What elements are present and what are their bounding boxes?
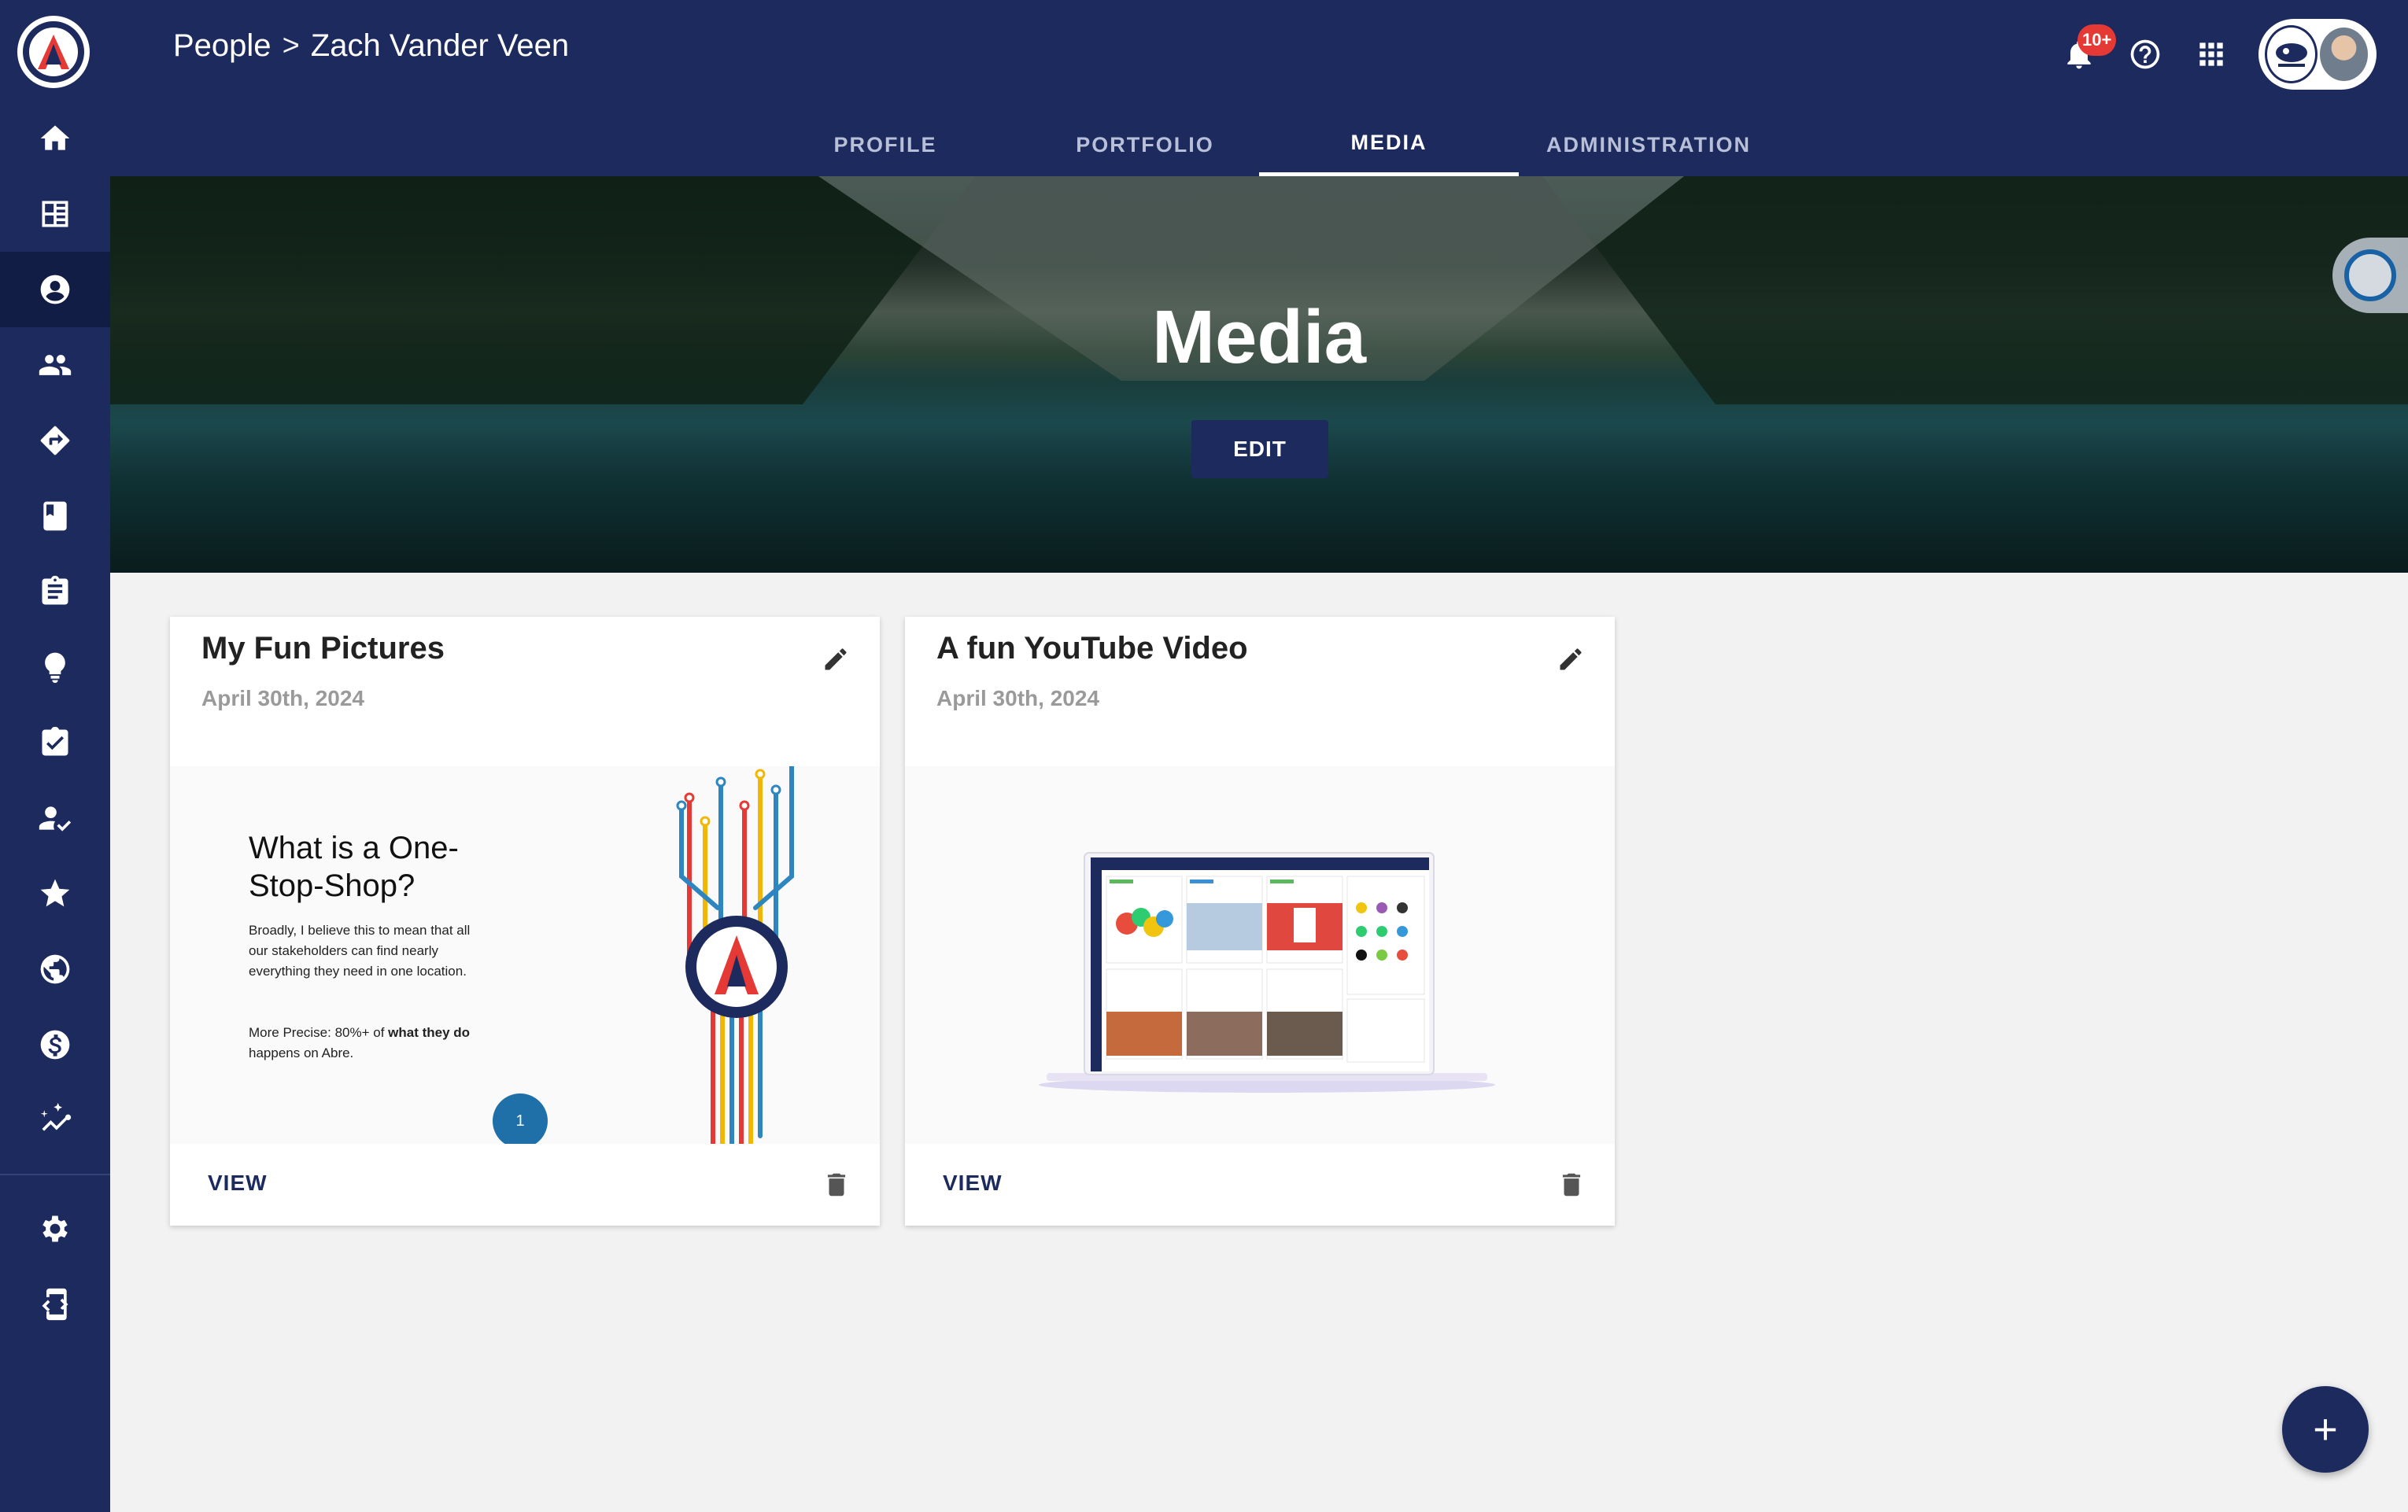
slide-body-prefix: More Precise: 80%+ of [249,1025,389,1040]
pencil-icon [825,648,847,670]
edit-banner-button[interactable]: EDIT [1191,420,1328,478]
tab-media[interactable]: MEDIA [1259,113,1519,176]
account-menu-button[interactable] [2258,19,2377,90]
organization-mascot-icon [2275,43,2307,67]
slide-body-bold: what they do [388,1025,471,1040]
abre-circuit-graphic [676,766,794,1144]
sidebar-item-home[interactable] [0,101,110,176]
sidebar [0,0,110,1512]
media-card: My Fun Pictures April 30th, 2024 What is… [170,617,880,1226]
media-hero-banner: Media EDIT [110,176,2408,573]
breadcrumb: People > Zach Vander Veen [173,28,569,64]
sidebar-item-books[interactable] [0,478,110,554]
tab-administration[interactable]: ADMINISTRATION [1519,113,1778,176]
trash-icon [1562,1173,1581,1197]
star-icon [40,879,70,907]
checklist-icon [42,726,68,756]
sidebar-item-assignments[interactable] [0,554,110,629]
add-media-button[interactable]: + [2282,1386,2369,1473]
globe-icon [40,954,70,984]
view-button[interactable]: VIEW [208,1171,268,1196]
sidebar-item-world[interactable] [0,931,110,1007]
card-thumbnail-video[interactable] [905,766,1615,1144]
dashboard-icon [42,201,68,227]
side-panel-toggle[interactable] [2332,238,2408,313]
view-button[interactable]: VIEW [943,1171,1003,1196]
account-circle-icon [40,275,70,304]
abre-a-icon [38,35,69,69]
settings-icon [42,1215,68,1242]
profile-tabs: PROFILE PORTFOLIO MEDIA ADMINISTRATION [110,113,2408,176]
sidebar-divider [0,1174,110,1175]
notification-count-badge: 10+ [2077,24,2117,56]
home-icon [40,125,70,150]
sidebar-item-developer[interactable] [0,1267,110,1342]
delete-card-button[interactable] [822,1167,853,1202]
pencil-icon [1560,648,1582,670]
slide-page-number: 1 [493,1093,548,1144]
card-thumbnail-slide[interactable]: What is a One-Stop-Shop? Broadly, I beli… [170,766,880,1144]
media-card: A fun YouTube Video April 30th, 2024 VIE… [905,617,1615,1226]
top-actions: 10+ [2060,19,2377,90]
book-icon [43,501,67,531]
slide-body-precise: More Precise: 80%+ of what they do happe… [249,1023,477,1064]
apps-button[interactable] [2192,35,2230,73]
top-app-bar: People > Zach Vander Veen 10+ PROFILE PO… [110,0,2408,176]
people-icon [39,355,72,375]
analytics-icon [40,1103,72,1131]
notifications-button[interactable]: 10+ [2060,24,2117,73]
lightbulb-icon [45,652,65,684]
sidebar-item-ideas[interactable] [0,629,110,705]
apps-grid-icon [2199,42,2223,66]
sidebar-item-favorites[interactable] [0,856,110,931]
c-logo-icon [2344,249,2396,301]
sidebar-item-analytics[interactable] [0,1082,110,1158]
card-title: A fun YouTube Video [936,631,1248,666]
slide-heading: What is a One-Stop-Shop? [249,831,459,903]
person-check-icon [39,806,72,832]
breadcrumb-separator: > [282,29,300,62]
code-icon [42,1288,68,1321]
clipboard-icon [42,575,68,605]
edit-card-button[interactable] [1557,645,1588,677]
help-button[interactable] [2126,35,2164,73]
sidebar-item-dashboard[interactable] [0,176,110,252]
sidebar-item-finance[interactable] [0,1007,110,1082]
slide-body: Broadly, I believe this to mean that all… [249,923,471,979]
sidebar-item-evaluations[interactable] [0,780,110,856]
abre-logo[interactable] [17,16,90,88]
card-title: My Fun Pictures [201,631,445,666]
tab-portfolio[interactable]: PORTFOLIO [1015,113,1275,176]
sidebar-item-tasks[interactable] [0,705,110,780]
laptop-screenshot-graphic [1039,852,1495,1093]
help-icon [2130,39,2160,69]
trash-icon [827,1173,846,1197]
organization-logo [2265,25,2318,83]
delete-card-button[interactable] [1557,1167,1588,1202]
edit-card-button[interactable] [822,645,853,677]
slide-body-suffix: happens on Abre. [249,1045,354,1060]
user-avatar [2318,25,2370,83]
sidebar-item-people[interactable] [0,327,110,403]
tab-profile[interactable]: PROFILE [755,113,1015,176]
breadcrumb-people[interactable]: People [173,28,271,64]
breadcrumb-current: Zach Vander Veen [310,28,570,63]
sidebar-item-directions[interactable] [0,403,110,478]
dollar-icon [40,1030,70,1060]
directions-icon [40,426,70,455]
card-date: April 30th, 2024 [201,686,364,710]
card-date: April 30th, 2024 [936,686,1099,710]
page-title: Media [1151,295,1367,379]
sidebar-item-profile[interactable] [0,252,110,327]
sidebar-item-settings[interactable] [0,1191,110,1267]
